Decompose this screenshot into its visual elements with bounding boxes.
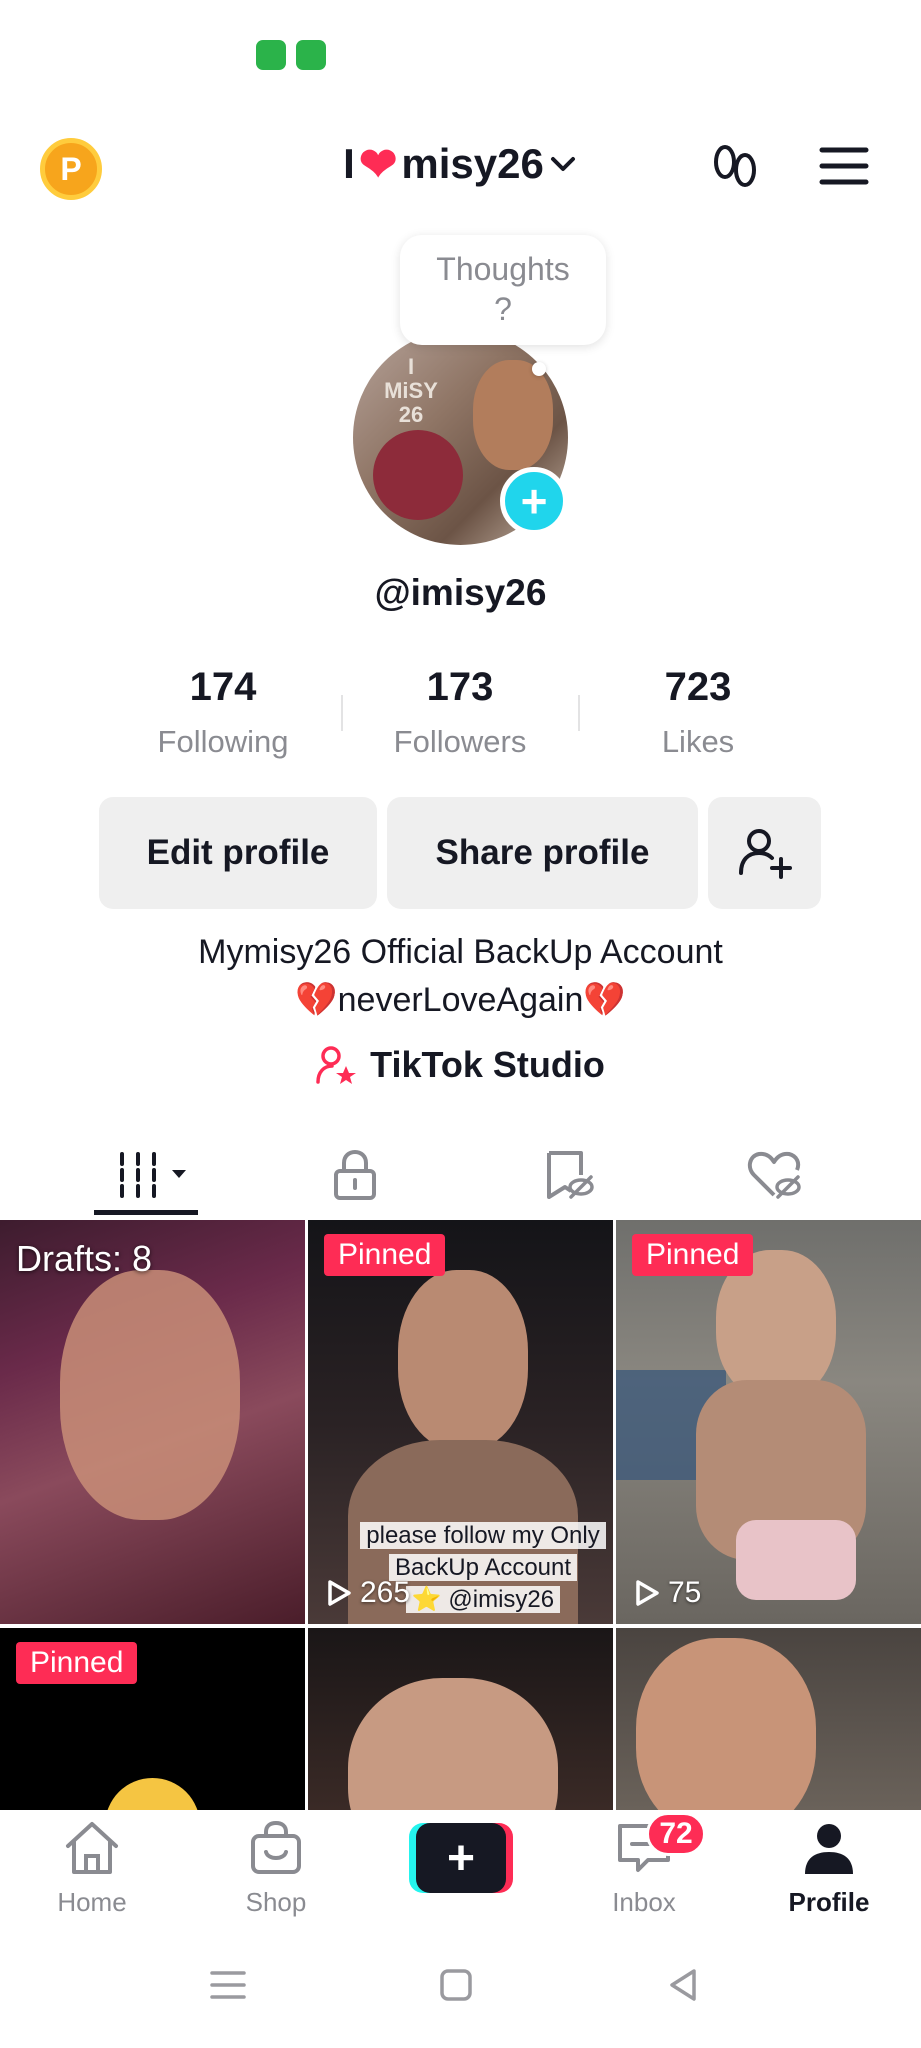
add-story-button[interactable]: + [500, 467, 568, 535]
menu-icon[interactable] [818, 140, 870, 192]
play-icon [328, 1580, 351, 1606]
thumbnail-face [636, 1638, 816, 1810]
caption-line: BackUp Account [388, 1554, 578, 1581]
back-icon[interactable] [664, 1965, 704, 2005]
nav-home[interactable]: Home [22, 1820, 162, 1918]
status-upload-icon [296, 40, 326, 70]
video-tile[interactable]: Pinned please follow my Only BackUp Acco… [308, 1220, 613, 1624]
studio-label: TikTok Studio [370, 1044, 605, 1085]
pinned-badge: Pinned [16, 1642, 138, 1684]
caption-line: please follow my Only [360, 1522, 606, 1549]
stat-value: 174 [189, 665, 257, 709]
stat-label: Followers [393, 724, 527, 759]
tab-videos[interactable] [40, 1135, 270, 1215]
bio-line-1: Mymisy26 Official BackUp Account [198, 933, 723, 971]
emoji-icon [105, 1778, 200, 1810]
status-app-icon [256, 40, 286, 70]
tab-saved[interactable] [453, 1135, 683, 1215]
nav-label: Inbox [612, 1887, 676, 1917]
pinned-badge: Pinned [324, 1234, 446, 1276]
thumbnail-face [60, 1270, 240, 1520]
stat-value: 173 [426, 665, 494, 709]
recent-apps-icon[interactable] [208, 1965, 248, 2005]
thought-question: ? [494, 291, 512, 327]
tiktok-studio-link[interactable]: TikTok Studio [0, 1044, 921, 1086]
plus-icon: + [416, 1823, 506, 1893]
nav-profile[interactable]: Profile [759, 1820, 899, 1918]
nav-label: Home [57, 1887, 127, 1917]
home-icon [66, 1822, 118, 1874]
stat-divider [578, 695, 580, 731]
profile-icon [805, 1824, 853, 1874]
stat-label: Following [157, 724, 289, 759]
bubble-dot [532, 362, 546, 376]
drafts-label: Drafts: 8 [16, 1238, 153, 1279]
title-name: misy26 [401, 140, 544, 187]
active-tab-indicator [94, 1210, 198, 1215]
inbox-badge: 72 [646, 1812, 706, 1856]
avatar-face [473, 360, 553, 470]
view-count-value: 265 [360, 1576, 411, 1609]
stat-followers[interactable]: 173 Followers [350, 665, 570, 760]
thought-bubble[interactable]: Thoughts ? [400, 235, 606, 345]
account-switcher[interactable]: I ❤ misy26 [0, 140, 921, 188]
lock-icon [334, 1149, 376, 1200]
avatar-text: I MiSY 26 [384, 354, 438, 427]
view-count-value: 75 [668, 1576, 702, 1609]
video-tile[interactable] [308, 1628, 613, 1810]
thought-text: Thoughts [436, 251, 570, 287]
video-tile[interactable]: Pinned 75 [616, 1220, 921, 1624]
stat-value: 723 [664, 665, 732, 709]
chevron-down-icon [550, 157, 575, 171]
add-user-icon [738, 829, 792, 879]
stat-likes[interactable]: 723 Likes [588, 665, 808, 760]
heart-icon: ❤ [358, 138, 398, 190]
username: @imisy26 [374, 572, 547, 613]
thumbnail-face [398, 1270, 528, 1450]
stat-divider [341, 695, 343, 731]
create-button[interactable]: + [409, 1823, 513, 1893]
play-icon [636, 1580, 659, 1606]
caption-line: ⭐ @imisy26 [405, 1586, 561, 1613]
nav-label: Profile [788, 1887, 870, 1917]
thumbnail-face [348, 1678, 558, 1810]
share-profile-button[interactable]: Share profile [387, 797, 698, 909]
view-count: 75 [634, 1576, 701, 1610]
stat-following[interactable]: 174 Following [113, 665, 333, 760]
add-friend-button[interactable] [708, 797, 821, 909]
tab-liked[interactable] [660, 1135, 890, 1215]
thumbnail-shorts [736, 1520, 856, 1600]
heart-hidden-icon [747, 1151, 801, 1199]
video-tile[interactable]: Pinned [0, 1628, 305, 1810]
title-prefix: I [343, 140, 355, 187]
home-button-icon[interactable] [436, 1965, 476, 2005]
stat-label: Likes [661, 724, 735, 759]
edit-profile-button[interactable]: Edit profile [99, 797, 377, 909]
pinned-badge: Pinned [632, 1234, 754, 1276]
video-tile[interactable] [616, 1628, 921, 1810]
shopping-bag-icon [251, 1820, 301, 1874]
avatar-bear [373, 430, 463, 520]
video-tile-drafts[interactable]: Drafts: 8 [0, 1220, 305, 1624]
nav-shop[interactable]: Shop [206, 1820, 346, 1918]
footprints-icon[interactable] [708, 140, 764, 196]
bio-line-2: 💔neverLoveAgain💔 [295, 981, 626, 1019]
view-count: 265 [326, 1576, 410, 1610]
bookmark-hidden-icon [547, 1151, 594, 1199]
grid-icon [120, 1152, 186, 1198]
studio-icon [316, 1046, 357, 1084]
tab-private[interactable] [240, 1135, 470, 1215]
nav-label: Shop [245, 1887, 307, 1917]
